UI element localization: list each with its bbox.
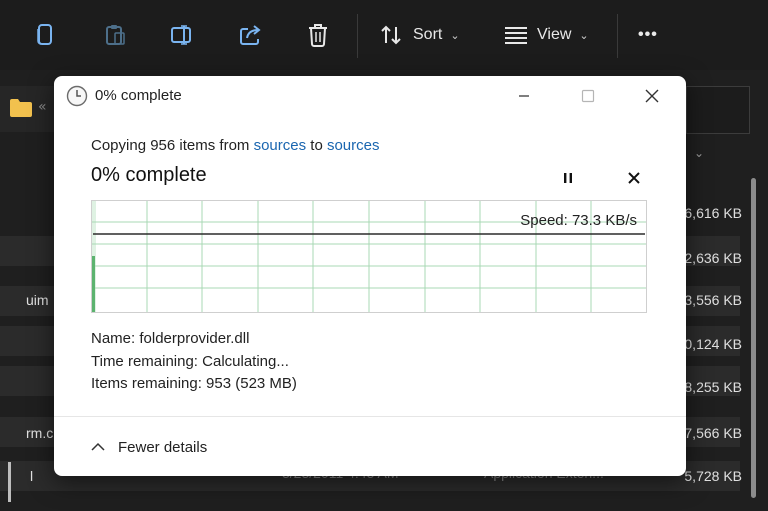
chevron-down-icon: ⌄ [579,29,589,42]
copy-icon [37,24,52,45]
toolbar-divider [617,14,618,58]
percent-complete-label: 0% complete [91,164,207,186]
copy-summary-prefix: Copying 956 items from [91,137,254,154]
cancel-copy-button[interactable] [622,166,646,190]
rename-icon [171,25,191,45]
current-file-name: Name: folderprovider.dll [91,330,250,347]
destination-link[interactable]: sources [327,137,380,154]
copy-button[interactable] [34,18,56,52]
file-size: 3,556 KB [684,292,742,308]
dialog-title: 0% complete [95,87,182,104]
dialog-titlebar[interactable]: 0% complete [54,76,686,116]
nav-pane-scroll-indicator [8,462,11,502]
minimize-icon [519,95,529,97]
sort-button[interactable]: Sort ⌄ [379,18,460,52]
pause-button[interactable] [556,166,580,190]
items-remaining: Items remaining: 953 (523 MB) [91,375,297,392]
copy-summary-to: to [306,137,327,154]
chevron-down-icon: ⌄ [450,29,460,42]
rename-button[interactable] [170,18,196,52]
explorer-toolbar: Sort ⌄ View ⌄ ••• [0,0,768,70]
fewer-details-button[interactable]: Fewer details [90,432,207,462]
fewer-details-label: Fewer details [118,438,208,456]
list-view-icon [505,27,527,44]
chevron-up-icon [91,442,105,451]
maximize-icon [581,89,595,103]
more-icon: ••• [638,26,658,43]
throughput-bar [92,256,95,312]
toolbar-divider [357,14,358,58]
minimize-button[interactable] [510,82,538,110]
delete-button[interactable] [306,18,330,52]
maximize-button[interactable] [574,82,602,110]
search-box[interactable] [686,86,750,134]
time-remaining: Time remaining: Calculating... [91,353,289,370]
view-label: View [537,26,572,43]
file-size: 5,728 KB [684,468,742,484]
paste-button[interactable] [103,18,127,52]
breadcrumb-overflow-icon[interactable]: « [38,99,47,115]
source-link[interactable]: sources [254,137,307,154]
file-name-fragment: l [30,468,34,484]
column-sort-chevron-icon[interactable]: ⌄ [694,146,704,160]
copy-summary: Copying 956 items from sources to source… [91,137,380,154]
trash-icon [309,24,327,47]
close-button[interactable] [638,82,666,110]
sort-label: Sort [413,26,443,43]
speed-readout: Speed: 73.3 KB/s [520,212,637,229]
file-size: 0,124 KB [684,336,742,352]
clipboard-icon [106,25,125,45]
close-icon [645,89,659,103]
clock-icon [66,85,88,107]
copy-progress-dialog: 0% complete Copying 956 items from sourc… [54,76,686,476]
file-name-fragment: uim [26,292,49,308]
file-name-fragment: rm.c [26,425,54,441]
folder-icon [10,99,32,117]
more-options-button[interactable]: ••• [638,18,658,52]
sort-icon [381,25,401,45]
share-button[interactable] [238,18,264,52]
file-size: 6,616 KB [684,205,742,221]
file-size: 8,255 KB [684,379,742,395]
close-icon [628,172,640,184]
scrollbar-thumb[interactable] [751,178,756,498]
pause-icon [564,173,572,183]
transfer-speed-graph: Speed: 73.3 KB/s [91,200,647,313]
dialog-divider [54,416,686,417]
file-size: 7,566 KB [684,425,742,441]
share-icon [240,25,261,45]
view-button[interactable]: View ⌄ [503,18,589,52]
file-size: 2,636 KB [684,250,742,266]
